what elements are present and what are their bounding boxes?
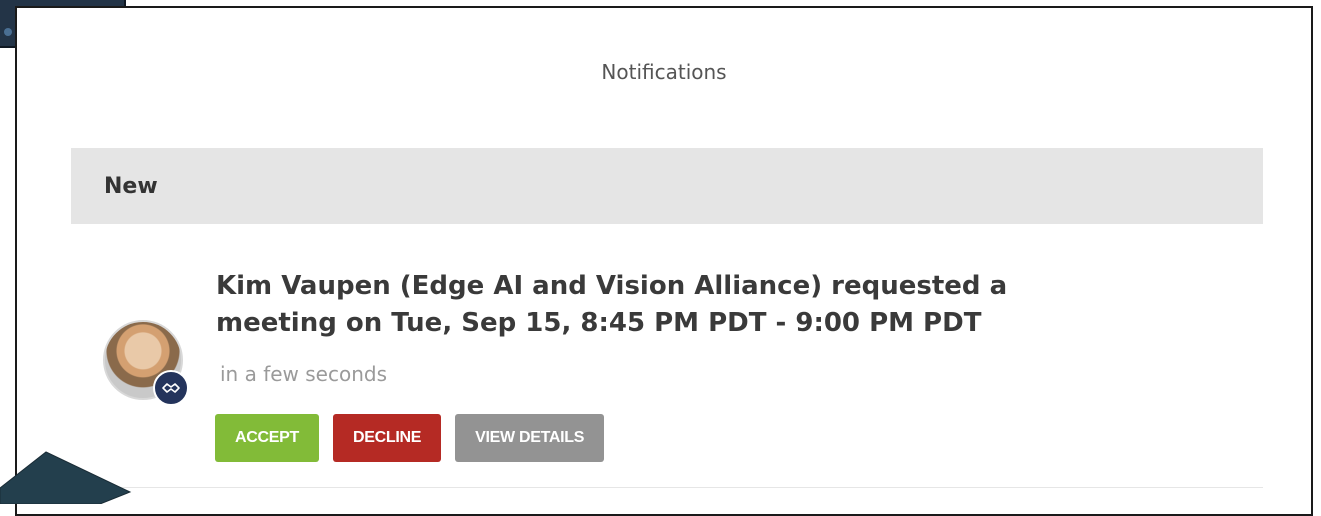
view-details-button[interactable]: VIEW DETAILS <box>455 414 605 462</box>
notifications-modal: Notifications New Kim Vaupen (Edge AI an… <box>15 6 1313 516</box>
notification-timestamp: in a few seconds <box>220 362 388 386</box>
notification-message: Kim Vaupen (Edge AI and Vision Alliance)… <box>216 268 1216 342</box>
meeting-handshake-icon <box>153 370 189 406</box>
accept-button[interactable]: ACCEPT <box>215 414 319 462</box>
notification-item[interactable]: Kim Vaupen (Edge AI and Vision Alliance)… <box>71 224 1263 488</box>
notification-message-line-2: meeting on Tue, Sep 15, 8:45 PM PDT - 9:… <box>216 308 982 338</box>
notification-actions: ACCEPT DECLINE VIEW DETAILS <box>215 414 605 462</box>
modal-title: Notifications <box>601 60 727 84</box>
notification-message-line-1: Kim Vaupen (Edge AI and Vision Alliance)… <box>216 271 1008 301</box>
avatar[interactable] <box>103 320 189 406</box>
background-dot <box>4 28 12 36</box>
decline-button[interactable]: DECLINE <box>332 414 442 462</box>
section-header-new: New <box>71 148 1263 224</box>
section-header-label: New <box>104 173 158 199</box>
